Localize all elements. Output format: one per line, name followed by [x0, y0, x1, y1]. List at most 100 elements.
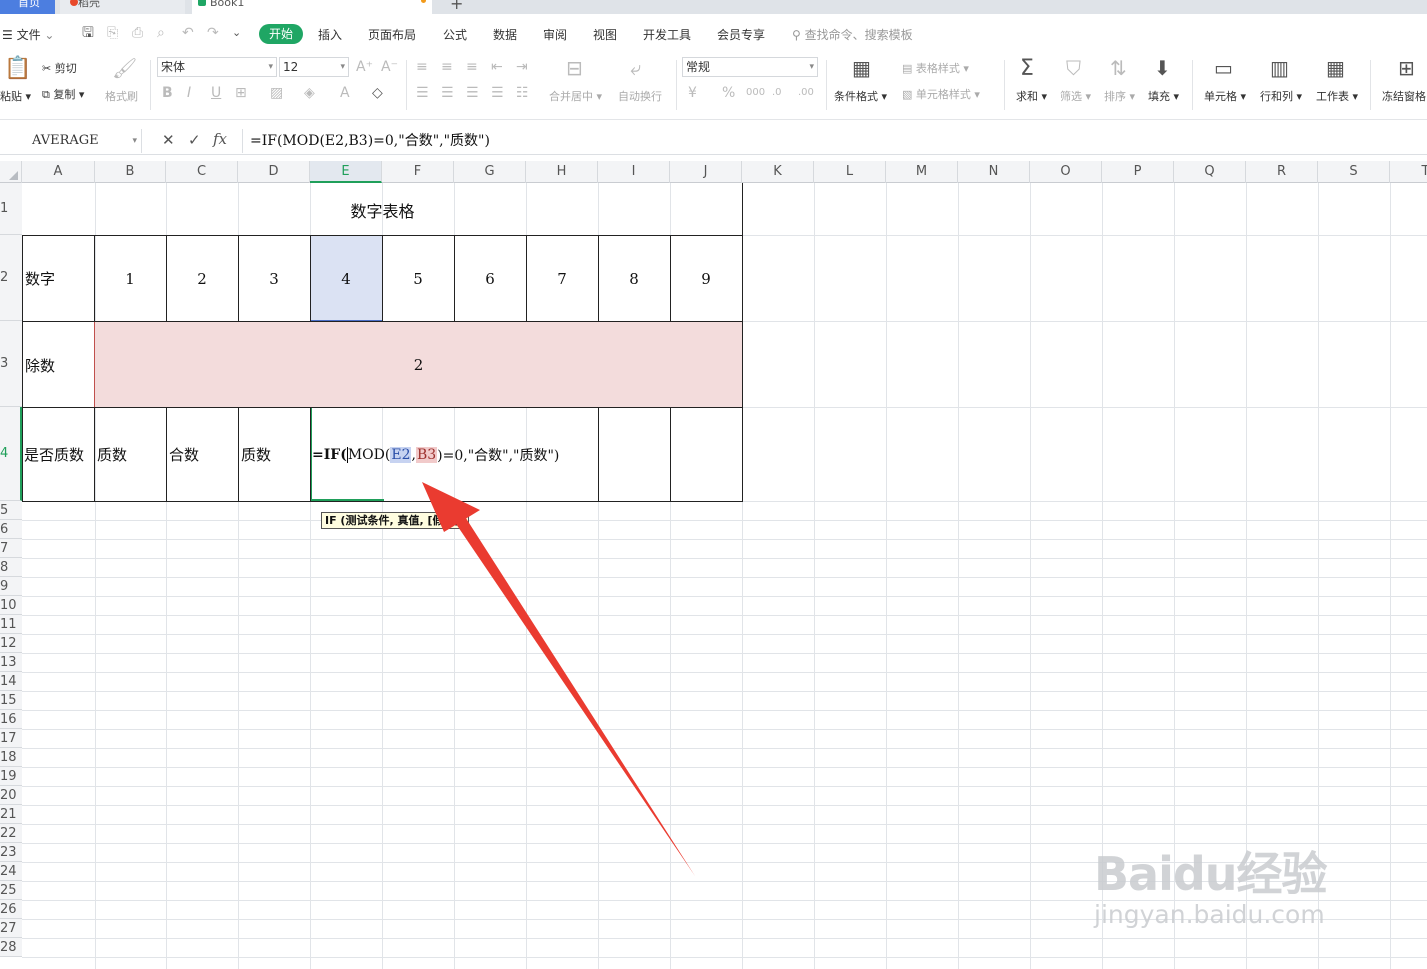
column-header-i[interactable]: I	[598, 161, 670, 183]
paste-icon[interactable]: 📋	[4, 58, 31, 80]
tab-book1[interactable]: Book1	[192, 0, 432, 14]
select-all-corner[interactable]	[0, 161, 22, 183]
cell-A2-label[interactable]: 数字	[25, 236, 93, 321]
fill-color-icon[interactable]: ◈	[304, 86, 315, 100]
cell-F2-value[interactable]: 5	[382, 236, 454, 321]
indent-increase-icon[interactable]: ⇥	[516, 60, 528, 74]
column-header-p[interactable]: P	[1102, 161, 1174, 183]
row-header-25[interactable]: 25	[0, 881, 22, 900]
cut-button[interactable]: ✂ 剪切	[42, 60, 77, 76]
format-painter-button[interactable]: 格式刷	[105, 88, 138, 104]
font-size-select[interactable]: 12 ▾	[279, 57, 349, 77]
menu-file[interactable]: ☰ 文件 ⌄	[2, 26, 54, 43]
menu-insert[interactable]: 插入	[318, 26, 342, 43]
menu-developer[interactable]: 开发工具	[643, 26, 691, 43]
quick-access-chevron-icon[interactable]: ⌄	[232, 26, 241, 40]
row-col-icon[interactable]: ▥	[1270, 58, 1289, 78]
cancel-icon[interactable]: ✕	[162, 133, 175, 148]
cell-D4-value[interactable]: 质数	[241, 408, 309, 501]
column-header-e[interactable]: E	[310, 161, 382, 183]
align-bottom-icon[interactable]: ≡	[466, 60, 478, 74]
underline-icon[interactable]: U	[211, 86, 221, 100]
row-header-3[interactable]: 3	[0, 321, 22, 407]
cell-A4-label[interactable]: 是否质数	[24, 408, 94, 501]
italic-icon[interactable]: I	[187, 86, 191, 100]
column-header-h[interactable]: H	[526, 161, 598, 183]
bold-icon[interactable]: B	[162, 86, 173, 100]
increase-font-icon[interactable]: A⁺	[356, 60, 373, 74]
row-header-26[interactable]: 26	[0, 900, 22, 919]
command-search[interactable]: ⚲ 查找命令、搜索模板	[792, 26, 913, 43]
row-header-17[interactable]: 17	[0, 729, 22, 748]
filter-icon[interactable]: ⛉	[1066, 58, 1081, 78]
print-icon[interactable]: ⎙	[132, 26, 143, 40]
redo-icon[interactable]: ↷	[207, 26, 219, 40]
row-header-14[interactable]: 14	[0, 672, 22, 691]
new-tab-button[interactable]: +	[446, 0, 466, 14]
align-right-icon[interactable]: ☰	[466, 86, 479, 100]
merge-center-button[interactable]: 合并居中 ▾	[549, 88, 602, 104]
undo-icon[interactable]: ↶	[182, 26, 194, 40]
tab-home[interactable]: 首页	[0, 0, 55, 14]
menu-view[interactable]: 视图	[593, 26, 617, 43]
wrap-text-icon[interactable]: ⤶	[630, 58, 641, 78]
formula-input[interactable]: =IF(MOD(E2,B3)=0,"合数","质数")	[242, 129, 1427, 153]
column-header-l[interactable]: L	[814, 161, 886, 183]
column-header-a[interactable]: A	[22, 161, 95, 183]
row-col-button[interactable]: 行和列 ▾	[1260, 88, 1302, 104]
name-box[interactable]: AVERAGE ▾	[0, 129, 142, 153]
row-header-10[interactable]: 10	[0, 596, 22, 615]
cell-G2-value[interactable]: 6	[454, 236, 526, 321]
sort-button[interactable]: 排序 ▾	[1104, 88, 1135, 104]
preview-icon[interactable]: ⌕	[157, 26, 165, 40]
cell-B2-value[interactable]: 1	[94, 236, 166, 321]
column-header-r[interactable]: R	[1246, 161, 1318, 183]
table-style-button[interactable]: ▤ 表格样式 ▾	[902, 60, 969, 76]
row-header-1[interactable]: 1	[0, 183, 22, 235]
worksheet-button[interactable]: 工作表 ▾	[1316, 88, 1358, 104]
clear-icon[interactable]: ◇	[372, 86, 383, 100]
row-header-27[interactable]: 27	[0, 919, 22, 938]
row-header-5[interactable]: 5	[0, 501, 22, 520]
row-header-7[interactable]: 7	[0, 539, 22, 558]
column-header-m[interactable]: M	[886, 161, 958, 183]
fx-icon[interactable]: fx	[213, 132, 227, 147]
cell-style-button[interactable]: ▧ 单元格样式 ▾	[902, 86, 980, 102]
menu-formula[interactable]: 公式	[443, 26, 467, 43]
row-header-12[interactable]: 12	[0, 634, 22, 653]
row-header-16[interactable]: 16	[0, 710, 22, 729]
row-header-22[interactable]: 22	[0, 824, 22, 843]
cell-A3-label[interactable]: 除数	[25, 322, 93, 408]
column-header-n[interactable]: N	[958, 161, 1030, 183]
row-header-20[interactable]: 20	[0, 786, 22, 805]
tab-start[interactable]: 开始	[259, 24, 303, 44]
menu-member[interactable]: 会员专享	[717, 26, 765, 43]
wrap-text-button[interactable]: 自动换行	[618, 88, 662, 104]
justify-icon[interactable]: ☰	[491, 86, 504, 100]
row-header-2[interactable]: 2	[0, 235, 22, 321]
sort-icon[interactable]: ⇅	[1110, 58, 1127, 78]
conditional-format-icon[interactable]: ▦	[852, 58, 871, 78]
column-header-g[interactable]: G	[454, 161, 526, 183]
cell-C2-value[interactable]: 2	[166, 236, 238, 321]
sum-button[interactable]: 求和 ▾	[1016, 88, 1047, 104]
increase-decimal-icon[interactable]: .0	[772, 86, 782, 100]
column-header-s[interactable]: S	[1318, 161, 1390, 183]
cell-E2-value[interactable]: 4	[310, 236, 382, 321]
cell-J2-value[interactable]: 9	[670, 236, 742, 321]
row-header-19[interactable]: 19	[0, 767, 22, 786]
column-header-c[interactable]: C	[166, 161, 238, 183]
percent-icon[interactable]: %	[722, 86, 735, 100]
fill-icon[interactable]: ⬇	[1154, 58, 1171, 78]
filter-button[interactable]: 筛选 ▾	[1060, 88, 1091, 104]
cell-C4-value[interactable]: 合数	[169, 408, 237, 501]
menu-data[interactable]: 数据	[493, 26, 517, 43]
cell-button[interactable]: 单元格 ▾	[1204, 88, 1246, 104]
paste-button[interactable]: 粘贴 ▾	[0, 88, 31, 104]
row-header-18[interactable]: 18	[0, 748, 22, 767]
tab-docer[interactable]: 稻壳	[60, 0, 185, 14]
indent-decrease-icon[interactable]: ⇤	[491, 60, 503, 74]
menu-page-layout[interactable]: 页面布局	[368, 26, 416, 43]
cell-H2-value[interactable]: 7	[526, 236, 598, 321]
align-left-icon[interactable]: ☰	[416, 86, 429, 100]
